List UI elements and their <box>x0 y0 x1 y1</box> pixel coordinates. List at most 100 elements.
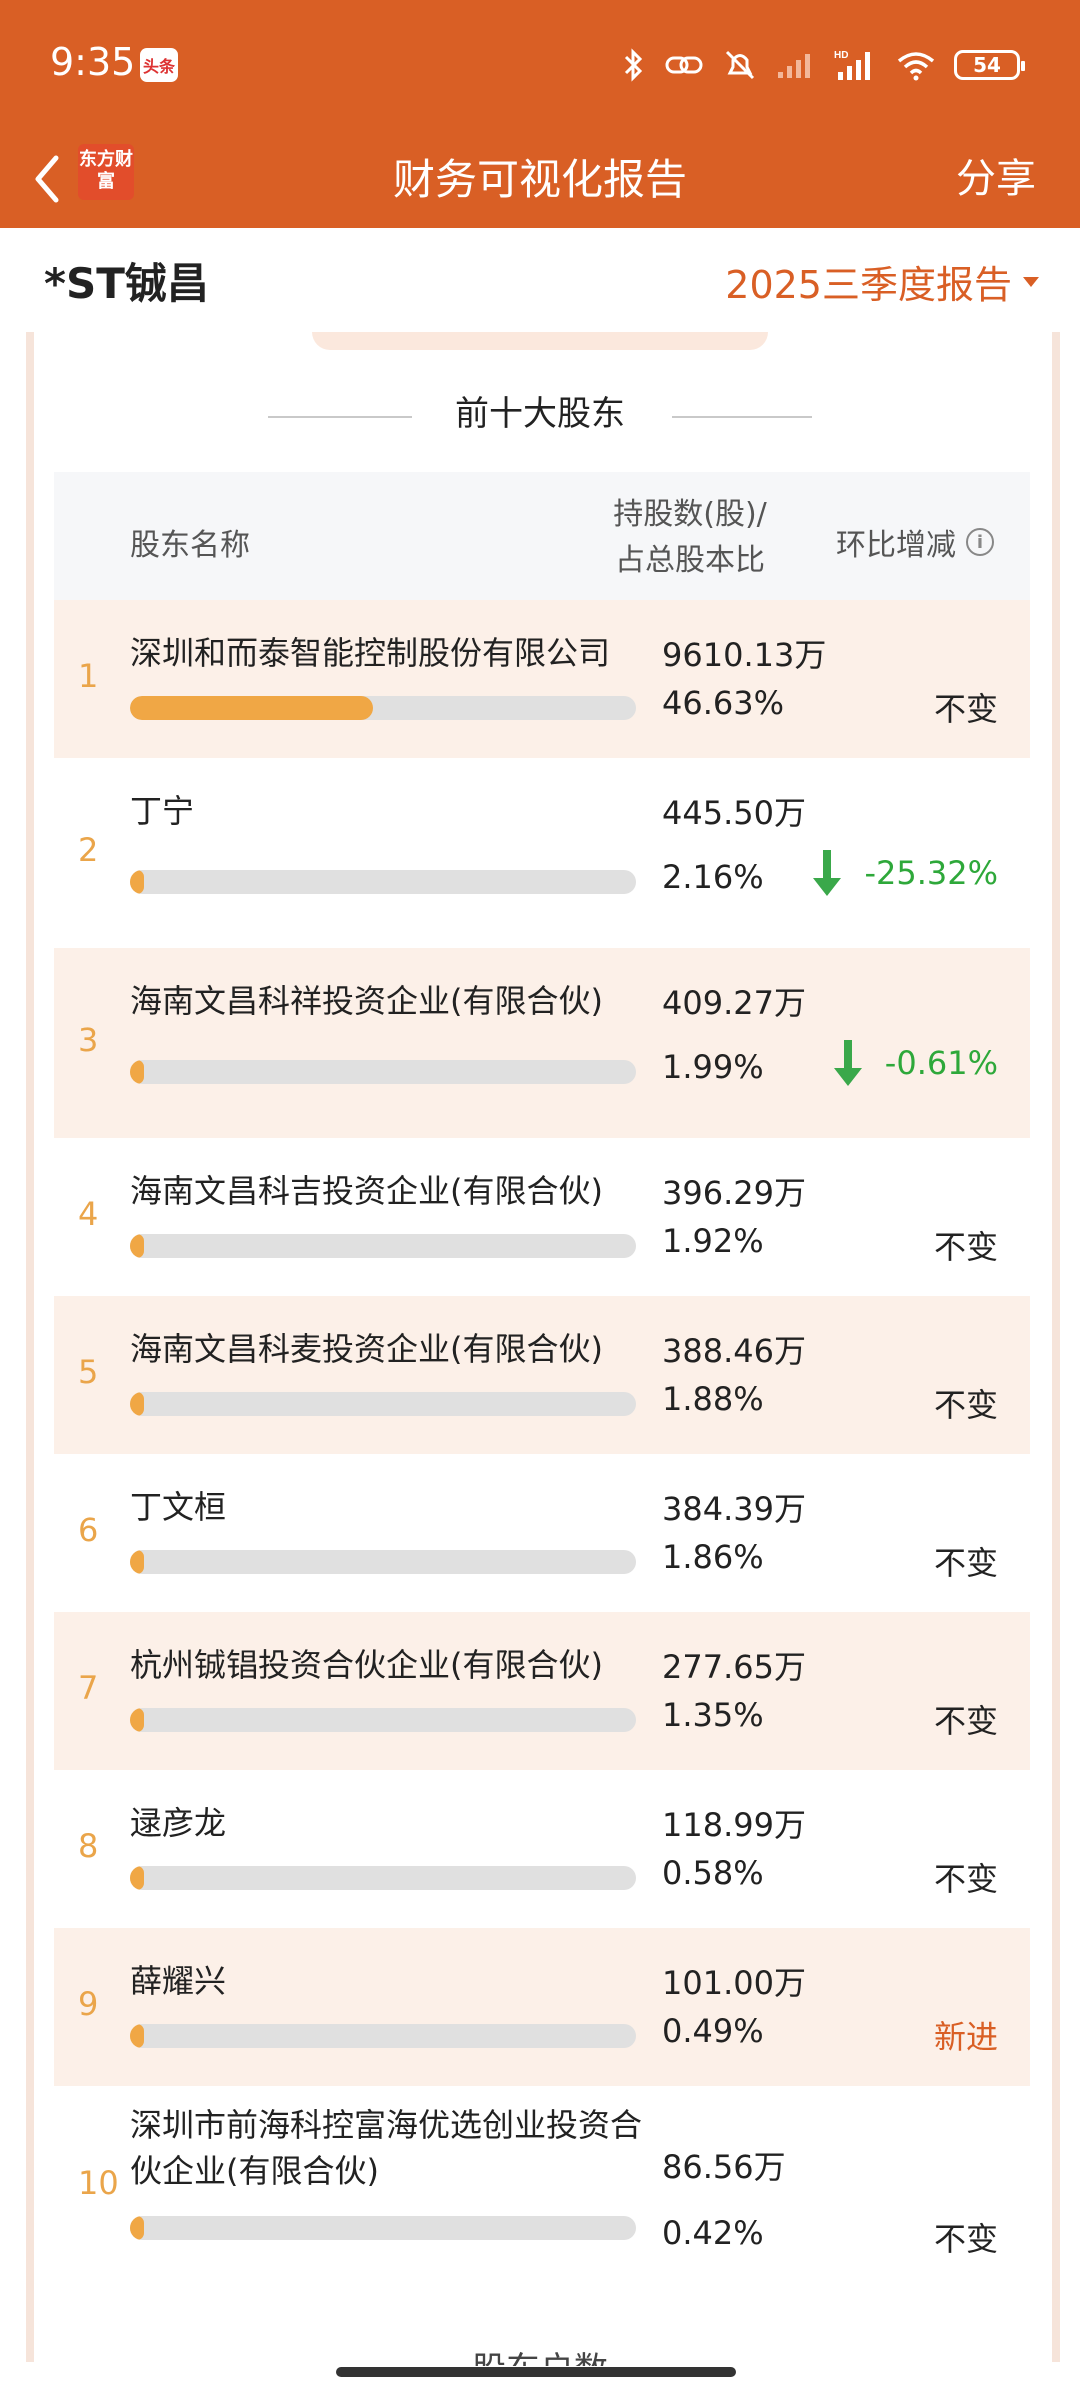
row-ratio-fill <box>130 1866 144 1890</box>
table-row[interactable]: 3 海南文昌科祥投资企业(有限合伙) 409.27万 1.99% -0.61% <box>54 948 1030 1138</box>
row-change: 不变 <box>934 1538 998 1584</box>
row-rank: 2 <box>78 831 99 869</box>
home-indicator[interactable] <box>336 2367 736 2377</box>
row-percentage: 0.49% <box>662 2012 764 2050</box>
row-percentage: 46.63% <box>662 684 785 722</box>
share-button[interactable]: 分享 <box>956 146 1036 204</box>
row-percentage: 2.16% <box>662 858 764 896</box>
row-shares: 384.39万 <box>662 1490 806 1528</box>
row-change-value: 不变 <box>933 1544 998 1582</box>
row-shareholder-name: 丁文桓 <box>130 1488 227 1526</box>
row-shareholder-name: 丁宁 <box>130 792 195 830</box>
news-app-badge: 头条 <box>140 48 178 82</box>
row-change: 不变 <box>934 1380 998 1426</box>
report-period-label: 2025三季度报告 <box>725 263 1012 307</box>
header-shareholder-name: 股东名称 <box>130 528 250 563</box>
row-rank: 4 <box>78 1195 99 1233</box>
row-change-value: 不变 <box>933 1386 998 1424</box>
row-rank: 8 <box>78 1827 99 1865</box>
app-header: 东方财富 财务可视化报告 分享 <box>0 130 1080 228</box>
row-percentage: 0.58% <box>662 1854 764 1892</box>
row-shareholder-name: 杭州铖锠投资合伙企业(有限合伙) <box>130 1646 603 1684</box>
row-ratio-bar <box>130 870 636 894</box>
row-rank: 9 <box>78 1985 99 2023</box>
table-row[interactable]: 4 海南文昌科吉投资企业(有限合伙) 396.29万 1.92% 不变 <box>54 1138 1030 1296</box>
table-row[interactable]: 5 海南文昌科麦投资企业(有限合伙) 388.46万 1.88% 不变 <box>54 1296 1030 1454</box>
status-time: 9:35 <box>50 40 136 84</box>
row-rank: 10 <box>78 2164 119 2202</box>
row-ratio-fill <box>130 1060 144 1084</box>
stock-bar: *ST铖昌 2025三季度报告 <box>0 228 1080 332</box>
row-ratio-bar <box>130 1060 636 1084</box>
table-row[interactable]: 2 丁宁 445.50万 2.16% -25.32% <box>54 758 1030 948</box>
row-ratio-bar <box>130 1708 636 1732</box>
row-change: 不变 <box>934 1696 998 1742</box>
info-icon[interactable]: i <box>966 528 994 556</box>
row-change-value: -25.32% <box>864 854 998 892</box>
status-bar: 9:35 头条 HD 54 <box>0 0 1080 130</box>
wifi-icon <box>897 52 935 81</box>
row-rank: 7 <box>78 1669 99 1707</box>
table-row[interactable]: 9 薛耀兴 101.00万 0.49% 新进 <box>54 1928 1030 2086</box>
row-shares: 409.27万 <box>662 984 806 1022</box>
row-ratio-fill <box>130 1392 144 1416</box>
row-shares: 445.50万 <box>662 794 806 832</box>
row-ratio-fill <box>130 2216 144 2240</box>
row-ratio-fill <box>130 870 144 894</box>
decrease-arrow-icon <box>833 1040 862 1086</box>
row-shares: 86.56万 <box>662 2148 786 2186</box>
row-shareholder-name: 海南文昌科吉投资企业(有限合伙) <box>130 1172 603 1210</box>
row-shareholder-name: 深圳和而泰智能控制股份有限公司 <box>130 634 611 672</box>
status-icons: HD 54 <box>622 42 1025 88</box>
row-ratio-fill <box>130 2024 144 2048</box>
table-row[interactable]: 6 丁文桓 384.39万 1.86% 不变 <box>54 1454 1030 1612</box>
row-change: -0.61% <box>831 1038 998 1088</box>
table-row[interactable]: 7 杭州铖锠投资合伙企业(有限合伙) 277.65万 1.35% 不变 <box>54 1612 1030 1770</box>
table-row[interactable]: 10 深圳市前海科控富海优选创业投资合伙企业(有限合伙) 86.56万 0.42% 不变 <box>54 2086 1030 2286</box>
row-shareholder-name: 薛耀兴 <box>130 1962 227 2000</box>
row-rank: 3 <box>78 1021 99 1059</box>
row-shares: 101.00万 <box>662 1964 806 2002</box>
link-icon <box>665 56 703 74</box>
bluetooth-icon <box>624 48 643 82</box>
row-ratio-fill <box>130 1550 144 1574</box>
row-change: 不变 <box>934 2214 998 2260</box>
row-percentage: 1.86% <box>662 1538 764 1576</box>
row-percentage: 1.99% <box>662 1048 764 1086</box>
row-ratio-fill <box>130 1234 144 1258</box>
row-change-value: 不变 <box>933 1228 998 1266</box>
decrease-arrow-icon <box>813 850 842 896</box>
row-ratio-bar <box>130 1550 636 1574</box>
page-title: 财务可视化报告 <box>392 155 687 204</box>
row-change-value: 不变 <box>933 690 998 728</box>
table-row[interactable]: 8 逯彦龙 118.99万 0.58% 不变 <box>54 1770 1030 1928</box>
row-change: 新进 <box>934 2012 998 2058</box>
row-percentage: 0.42% <box>662 2214 764 2252</box>
row-shareholder-name: 逯彦龙 <box>130 1804 227 1842</box>
table-header: 股东名称 持股数(股)/ 占总股本比 环比增减 i <box>54 472 1030 600</box>
row-shares: 277.65万 <box>662 1648 806 1686</box>
row-ratio-bar <box>130 2024 636 2048</box>
row-shareholder-name: 深圳市前海科控富海优选创业投资合伙企业(有限合伙) <box>130 2106 643 2190</box>
row-percentage: 1.88% <box>662 1380 764 1418</box>
previous-section-edge <box>312 332 768 350</box>
header-change: 环比增减 i <box>836 520 994 564</box>
row-shares: 9610.13万 <box>662 636 827 674</box>
row-shares: 118.99万 <box>662 1806 806 1844</box>
signal-weak-icon <box>778 54 810 78</box>
row-rank: 5 <box>78 1353 99 1391</box>
row-change: -25.32% <box>810 848 998 898</box>
header-holdings-line2: 占总股本比 <box>615 543 765 578</box>
header-holdings: 持股数(股)/ 占总股本比 <box>610 492 770 584</box>
row-rank: 6 <box>78 1511 99 1549</box>
header-holdings-line1: 持股数(股)/ <box>613 497 767 532</box>
table-row[interactable]: 1 深圳和而泰智能控制股份有限公司 9610.13万 46.63% 不变 <box>54 600 1030 758</box>
report-period-selector[interactable]: 2025三季度报告 <box>725 254 1040 309</box>
stock-name: *ST铖昌 <box>44 259 209 308</box>
row-ratio-bar <box>130 2216 636 2240</box>
row-change: 不变 <box>934 1854 998 1900</box>
section-title: 前十大股东 <box>455 394 625 434</box>
row-shares: 388.46万 <box>662 1332 806 1370</box>
row-percentage: 1.92% <box>662 1222 764 1260</box>
divider-right <box>672 416 812 418</box>
